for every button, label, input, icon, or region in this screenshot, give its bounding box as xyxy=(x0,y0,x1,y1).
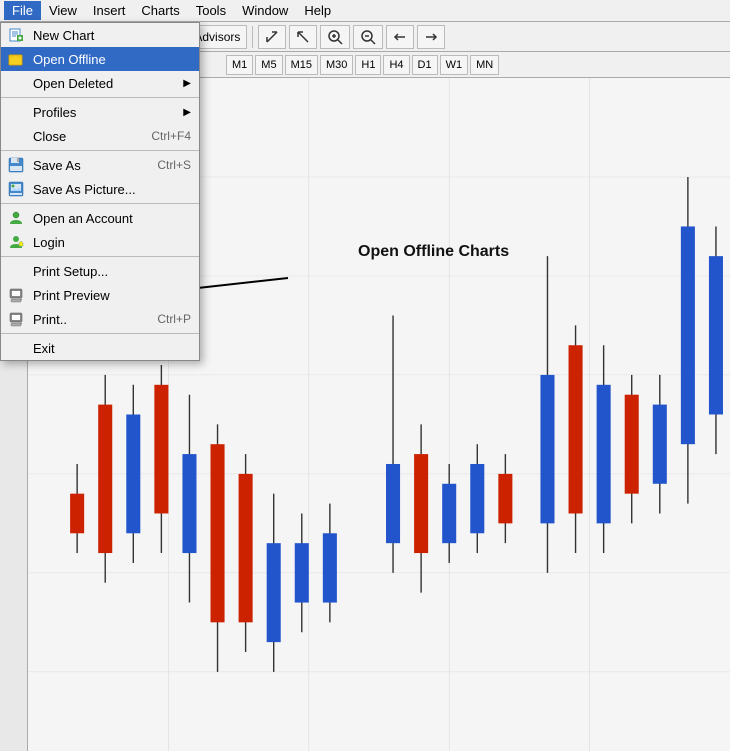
tf-h4[interactable]: H4 xyxy=(383,55,409,75)
menu-label-print-setup: Print Setup... xyxy=(33,264,108,279)
tf-h1[interactable]: H1 xyxy=(355,55,381,75)
menu-item-profiles[interactable]: Profiles ▶ xyxy=(1,100,199,124)
close-icon xyxy=(7,127,25,145)
new-chart-icon xyxy=(7,26,25,44)
menu-item-close[interactable]: Close Ctrl+F4 xyxy=(1,124,199,148)
print-shortcut: Ctrl+P xyxy=(137,312,191,326)
menu-label-open-account: Open an Account xyxy=(33,211,133,226)
print-preview-icon xyxy=(7,286,25,304)
tf-m1[interactable]: M1 xyxy=(226,55,253,75)
tf-m5[interactable]: M5 xyxy=(255,55,282,75)
sep4 xyxy=(1,256,199,257)
menu-label-close: Close xyxy=(33,129,66,144)
sep2 xyxy=(1,150,199,151)
menu-charts[interactable]: Charts xyxy=(133,1,187,20)
menu-item-login[interactable]: Login xyxy=(1,230,199,254)
sep3 xyxy=(1,203,199,204)
scroll-right-icon xyxy=(424,30,438,44)
menu-insert[interactable]: Insert xyxy=(85,1,134,20)
profiles-icon xyxy=(7,103,25,121)
menu-label-print-preview: Print Preview xyxy=(33,288,110,303)
tf-d1[interactable]: D1 xyxy=(412,55,438,75)
menu-label-new-chart: New Chart xyxy=(33,28,94,43)
menu-item-open-account[interactable]: Open an Account xyxy=(1,206,199,230)
tf-m15[interactable]: M15 xyxy=(285,55,318,75)
menu-item-save-as-picture[interactable]: Save As Picture... xyxy=(1,177,199,201)
save-as-shortcut: Ctrl+S xyxy=(137,158,191,172)
toolbar-scroll-left[interactable] xyxy=(386,25,414,49)
menu-view[interactable]: View xyxy=(41,1,85,20)
sep1 xyxy=(1,97,199,98)
zoom-in-icon xyxy=(265,30,279,44)
menu-item-print[interactable]: Print.. Ctrl+P xyxy=(1,307,199,331)
magnify-minus-icon xyxy=(360,29,376,45)
toolbar-zoom-minus[interactable] xyxy=(353,25,383,49)
toolbar-sep2 xyxy=(252,26,253,48)
profiles-arrow: ▶ xyxy=(183,107,191,118)
menu-help[interactable]: Help xyxy=(296,1,339,20)
login-icon xyxy=(7,233,25,251)
menu-label-print: Print.. xyxy=(33,312,67,327)
menu-label-exit: Exit xyxy=(33,341,55,356)
menu-item-save-as[interactable]: Save As Ctrl+S xyxy=(1,153,199,177)
toolbar-chart-btn2[interactable] xyxy=(289,25,317,49)
save-as-icon xyxy=(7,156,25,174)
menu-item-open-deleted[interactable]: Open Deleted ▶ xyxy=(1,71,199,95)
toolbar-chart-btn1[interactable] xyxy=(258,25,286,49)
menu-window[interactable]: Window xyxy=(234,1,296,20)
menu-label-save-as: Save As xyxy=(33,158,81,173)
menu-label-login: Login xyxy=(33,235,65,250)
menu-item-new-chart[interactable]: New Chart xyxy=(1,23,199,47)
toolbar-zoom-plus[interactable] xyxy=(320,25,350,49)
menu-tools[interactable]: Tools xyxy=(188,1,234,20)
scroll-left-icon xyxy=(393,30,407,44)
open-deleted-icon xyxy=(7,74,25,92)
menu-label-save-as-picture: Save As Picture... xyxy=(33,182,136,197)
print-setup-icon xyxy=(7,262,25,280)
annotation-text: Open Offline Charts xyxy=(358,243,509,261)
menu-item-print-preview[interactable]: Print Preview xyxy=(1,283,199,307)
tf-mn[interactable]: MN xyxy=(470,55,499,75)
open-offline-icon xyxy=(7,50,25,68)
menu-label-profiles: Profiles xyxy=(33,105,76,120)
close-shortcut: Ctrl+F4 xyxy=(131,129,191,143)
menu-label-open-offline: Open Offline xyxy=(33,52,106,67)
magnify-plus-icon xyxy=(327,29,343,45)
toolbar-scroll-right[interactable] xyxy=(417,25,445,49)
exit-icon xyxy=(7,339,25,357)
menu-item-open-offline[interactable]: Open Offline xyxy=(1,47,199,71)
save-picture-icon xyxy=(7,180,25,198)
tf-w1[interactable]: W1 xyxy=(440,55,469,75)
menu-label-open-deleted: Open Deleted xyxy=(33,76,113,91)
print-icon xyxy=(7,310,25,328)
menu-item-exit[interactable]: Exit xyxy=(1,336,199,360)
open-deleted-arrow: ▶ xyxy=(183,78,191,89)
zoom-out-icon xyxy=(296,30,310,44)
sep5 xyxy=(1,333,199,334)
menubar[interactable]: File View Insert Charts Tools Window Hel… xyxy=(0,0,730,22)
menu-item-print-setup[interactable]: Print Setup... xyxy=(1,259,199,283)
tf-m30[interactable]: M30 xyxy=(320,55,353,75)
menu-file[interactable]: File xyxy=(4,1,41,20)
account-icon xyxy=(7,209,25,227)
file-dropdown: New Chart Open Offline Open Deleted ▶ Pr… xyxy=(0,22,200,361)
